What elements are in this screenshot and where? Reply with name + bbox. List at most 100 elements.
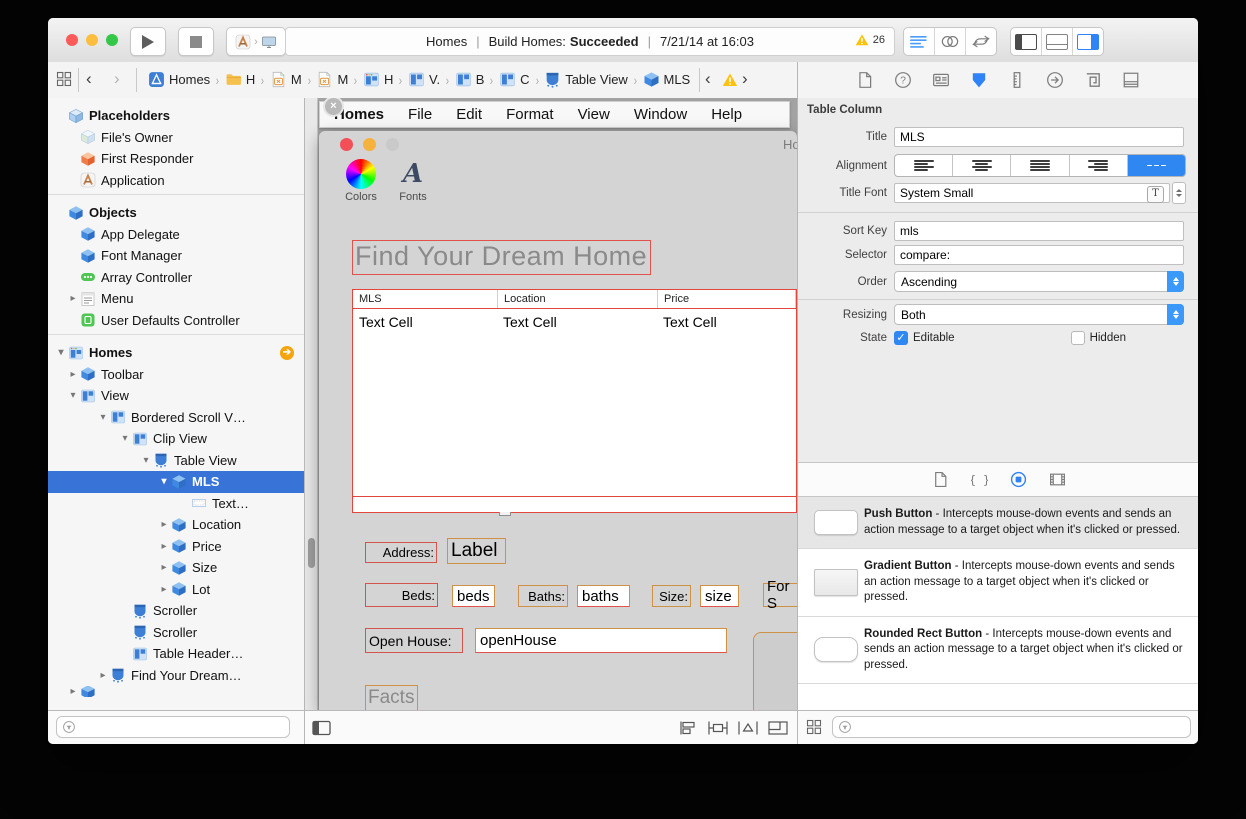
outline-row-file-s-owner[interactable]: File's Owner <box>48 127 304 149</box>
outline-row-view[interactable]: ▾View <box>48 385 304 407</box>
breadcrumb-item-m-2[interactable]: M <box>270 71 302 88</box>
column-header-mls[interactable]: MLS <box>353 290 498 308</box>
navigator-panel-button[interactable] <box>1011 28 1042 55</box>
breadcrumb-item-h-4[interactable]: H <box>363 71 393 88</box>
resizing-behavior-icon[interactable] <box>767 720 789 736</box>
outline-row-app-delegate[interactable]: App Delegate <box>48 224 304 246</box>
utilities-panel-button[interactable] <box>1073 28 1103 55</box>
breadcrumb-item-m-3[interactable]: M <box>316 71 348 88</box>
library-item-push-button[interactable]: Push Button - Intercepts mouse-down even… <box>798 497 1198 549</box>
column-header-location[interactable]: Location <box>498 290 658 308</box>
title-font-field[interactable]: System Small T <box>894 183 1170 203</box>
resizing-popup[interactable]: Both <box>894 304 1184 325</box>
size-inspector-tab[interactable] <box>1008 71 1026 89</box>
expanded-disclosure-icon[interactable]: ▾ <box>118 433 132 444</box>
quick-help-inspector-tab[interactable]: ? <box>894 71 912 89</box>
outline-toggle-icon[interactable] <box>311 720 333 736</box>
facts-label[interactable]: Facts <box>365 685 418 710</box>
beds-field[interactable]: beds <box>452 585 495 607</box>
size-label[interactable]: Size: <box>652 585 691 607</box>
outline-row-bordered-scroll-v[interactable]: ▾Bordered Scroll V… <box>48 407 304 429</box>
library-item-gradient-button[interactable]: Gradient Button - Intercepts mouse-down … <box>798 549 1198 617</box>
outline-row-font-manager[interactable]: Font Manager <box>48 245 304 267</box>
issue-warning-icon[interactable] <box>722 72 738 88</box>
close-window-button[interactable] <box>66 34 78 46</box>
outline-row-objects[interactable]: Objects <box>48 202 304 224</box>
collapsed-disclosure-icon[interactable]: ▸ <box>157 584 171 595</box>
activity-viewer[interactable]: Homes | Build Homes: Succeeded | 7/21/14… <box>285 27 895 56</box>
breadcrumb-item-b-6[interactable]: B <box>455 71 485 88</box>
expanded-disclosure-icon[interactable]: ▾ <box>139 455 153 466</box>
breadcrumb-item-h-1[interactable]: H <box>225 71 255 88</box>
zoom-window-button[interactable] <box>106 34 118 46</box>
media-library-tab[interactable] <box>1049 471 1066 488</box>
size-field[interactable]: size <box>700 585 739 607</box>
outline-row-location[interactable]: ▸Location <box>48 514 304 536</box>
previous-issue-button[interactable]: ‹ <box>705 69 711 89</box>
outline-row-item[interactable]: ▸ <box>48 686 304 697</box>
scheme-selector[interactable]: › <box>226 27 286 56</box>
collapsed-disclosure-icon[interactable]: ▸ <box>66 369 80 380</box>
align-right-segment[interactable] <box>1070 155 1128 176</box>
outline-filter-field[interactable] <box>56 716 290 738</box>
pin-constraints-icon[interactable] <box>707 720 729 736</box>
file-template-library-tab[interactable] <box>932 471 949 488</box>
outline-row-mls[interactable]: ▾MLS <box>48 471 304 493</box>
designed-window[interactable]: Homes Colors A Fonts Find Your Dream Hom… <box>319 131 797 710</box>
stop-button[interactable] <box>178 27 214 56</box>
outline-row-lot[interactable]: ▸Lot <box>48 579 304 601</box>
align-left-segment[interactable] <box>895 155 953 176</box>
expanded-disclosure-icon[interactable]: ▾ <box>157 476 171 487</box>
menu-item-format[interactable]: Format <box>506 106 554 123</box>
menu-item-view[interactable]: View <box>578 106 610 123</box>
standard-editor-button[interactable] <box>904 28 935 55</box>
dw-zoom-button[interactable] <box>386 138 399 151</box>
baths-field[interactable]: baths <box>577 585 630 607</box>
address-value-label[interactable]: Label <box>447 538 506 564</box>
version-editor-button[interactable] <box>966 28 996 55</box>
breadcrumb-item-homes-0[interactable]: Homes <box>148 71 210 88</box>
run-button[interactable] <box>130 27 166 56</box>
font-panel-icon[interactable]: T <box>1147 186 1164 203</box>
outline-row-scroller[interactable]: Scroller <box>48 622 304 644</box>
collapsed-disclosure-icon[interactable]: ▸ <box>157 541 171 552</box>
outline-row-application[interactable]: Application <box>48 170 304 192</box>
outline-row-menu[interactable]: ▸Menu <box>48 288 304 310</box>
outline-row-array-controller[interactable]: Array Controller <box>48 267 304 289</box>
connections-inspector-tab[interactable] <box>1046 71 1064 89</box>
outline-row-homes[interactable]: ▾Homes➔ <box>48 342 304 364</box>
breadcrumb-item-table-view-8[interactable]: Table View <box>544 71 628 88</box>
fonts-toolbar-item[interactable]: A Fonts <box>391 159 435 203</box>
next-issue-button[interactable]: › <box>742 69 748 89</box>
object-library-tab[interactable] <box>1010 471 1027 488</box>
column-header-price[interactable]: Price <box>658 290 796 308</box>
main-menu-object[interactable]: × HomesFileEditFormatViewWindowHelp <box>319 101 790 128</box>
outline-row-size[interactable]: ▸Size <box>48 557 304 579</box>
outline-row-table-header[interactable]: Table Header… <box>48 643 304 665</box>
colors-toolbar-item[interactable]: Colors <box>339 159 383 203</box>
outline-row-find-your-dream[interactable]: ▸Find Your Dream… <box>48 665 304 687</box>
bindings-inspector-tab[interactable] <box>1084 71 1102 89</box>
outline-row-scroller[interactable]: Scroller <box>48 600 304 622</box>
resolve-autolayout-icon[interactable] <box>737 720 759 736</box>
expanded-disclosure-icon[interactable]: ▾ <box>54 347 68 358</box>
outline-row-first-responder[interactable]: First Responder <box>48 148 304 170</box>
baths-label[interactable]: Baths: <box>518 585 568 607</box>
table-header[interactable]: MLSLocationPrice <box>353 290 796 309</box>
library-filter-field[interactable] <box>832 716 1191 738</box>
collapsed-disclosure-icon[interactable]: ▸ <box>66 293 80 304</box>
breadcrumb-item-mls-9[interactable]: MLS <box>643 71 691 88</box>
outline-row-table-view[interactable]: ▾Table View <box>48 450 304 472</box>
table-cell-2[interactable]: Text Cell <box>663 314 717 330</box>
outline-row-clip-view[interactable]: ▾Clip View <box>48 428 304 450</box>
selector-field[interactable]: compare: <box>894 245 1184 265</box>
table-cell-1[interactable]: Text Cell <box>503 314 557 330</box>
collapsed-disclosure-icon[interactable]: ▸ <box>96 670 110 681</box>
attributes-inspector-tab[interactable] <box>970 71 988 89</box>
view-effects-inspector-tab[interactable] <box>1122 71 1140 89</box>
collapsed-disclosure-icon[interactable]: ▸ <box>66 686 80 697</box>
font-size-stepper[interactable] <box>1172 182 1186 204</box>
outline-row-placeholders[interactable]: Placeholders <box>48 105 304 127</box>
dw-minimize-button[interactable] <box>363 138 376 151</box>
file-inspector-tab[interactable] <box>856 71 874 89</box>
